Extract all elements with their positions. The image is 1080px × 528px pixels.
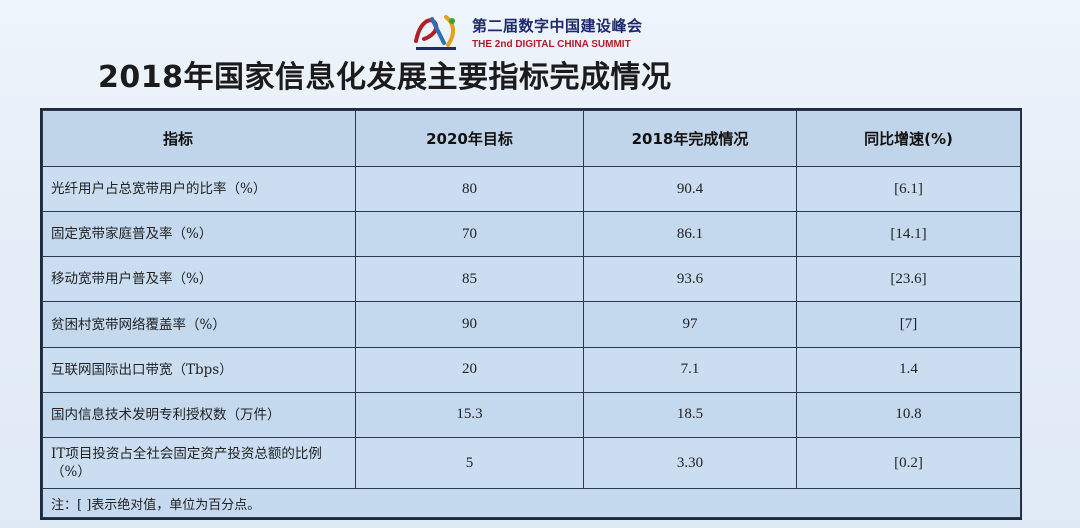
actual-cell: 93.6 bbox=[583, 256, 797, 303]
actual-cell: 97 bbox=[583, 301, 797, 348]
table-footnote: 注：[ ]表示绝对值，单位为百分点。 bbox=[42, 488, 1021, 518]
summit-name-en: THE 2nd DIGITAL CHINA SUMMIT bbox=[472, 38, 631, 50]
actual-cell: 86.1 bbox=[583, 211, 797, 258]
growth-cell: [6.1] bbox=[796, 165, 1021, 213]
summit-name-cn: 第二届数字中国建设峰会 bbox=[472, 16, 643, 35]
growth-cell: [23.6] bbox=[796, 256, 1021, 303]
growth-cell: [14.1] bbox=[796, 211, 1021, 258]
table-row: 光纤用户占总宽带用户的比率（%） 80 90.4 [6.1] bbox=[42, 165, 1021, 213]
indicator-table: 指标 2020年目标 2018年完成情况 同比增速(%) 光纤用户占总宽带用户的… bbox=[40, 108, 1022, 520]
growth-cell: 10.8 bbox=[796, 391, 1021, 438]
growth-cell: [0.2] bbox=[796, 436, 1021, 490]
table-row: 国内信息技术发明专利授权数（万件） 15.3 18.5 10.8 bbox=[42, 391, 1021, 438]
digital-china-emblem-icon bbox=[410, 11, 462, 53]
target-cell: 5 bbox=[355, 436, 584, 490]
indicator-cell: 贫困村宽带网络覆盖率（%） bbox=[42, 301, 356, 348]
target-cell: 90 bbox=[355, 301, 584, 348]
indicator-cell: 互联网国际出口带宽（Tbps） bbox=[42, 346, 356, 393]
target-cell: 85 bbox=[355, 256, 584, 303]
summit-logo: 第二届数字中国建设峰会 THE 2nd DIGITAL CHINA SUMMIT bbox=[410, 10, 643, 54]
indicator-cell: IT项目投资占全社会固定资产投资总额的比例（%） bbox=[42, 436, 356, 490]
target-cell: 20 bbox=[355, 346, 584, 393]
actual-cell: 3.30 bbox=[583, 436, 797, 490]
table-row: 移动宽带用户普及率（%） 85 93.6 [23.6] bbox=[42, 256, 1021, 303]
table-row: IT项目投资占全社会固定资产投资总额的比例（%） 5 3.30 [0.2] bbox=[42, 436, 1021, 490]
indicator-cell: 光纤用户占总宽带用户的比率（%） bbox=[42, 165, 356, 213]
page-title: 2018年国家信息化发展主要指标完成情况 bbox=[98, 60, 672, 95]
actual-cell: 7.1 bbox=[583, 346, 797, 393]
table-header-row: 指标 2020年目标 2018年完成情况 同比增速(%) bbox=[42, 110, 1021, 167]
table-row: 贫困村宽带网络覆盖率（%） 90 97 [7] bbox=[42, 301, 1021, 348]
table-note-row: 注：[ ]表示绝对值，单位为百分点。 bbox=[42, 488, 1021, 518]
target-cell: 80 bbox=[355, 165, 584, 213]
growth-cell: [7] bbox=[796, 301, 1021, 348]
column-header-indicator: 指标 bbox=[42, 110, 356, 167]
table-row: 固定宽带家庭普及率（%） 70 86.1 [14.1] bbox=[42, 211, 1021, 258]
target-cell: 70 bbox=[355, 211, 584, 258]
column-header-target-2020: 2020年目标 bbox=[355, 110, 584, 167]
table-row: 互联网国际出口带宽（Tbps） 20 7.1 1.4 bbox=[42, 346, 1021, 393]
indicator-cell: 国内信息技术发明专利授权数（万件） bbox=[42, 391, 356, 438]
actual-cell: 18.5 bbox=[583, 391, 797, 438]
column-header-actual-2018: 2018年完成情况 bbox=[583, 110, 797, 167]
indicator-cell: 固定宽带家庭普及率（%） bbox=[42, 211, 356, 258]
column-header-yoy-growth: 同比增速(%) bbox=[796, 110, 1021, 167]
growth-cell: 1.4 bbox=[796, 346, 1021, 393]
actual-cell: 90.4 bbox=[583, 165, 797, 213]
indicator-cell: 移动宽带用户普及率（%） bbox=[42, 256, 356, 303]
target-cell: 15.3 bbox=[355, 391, 584, 438]
